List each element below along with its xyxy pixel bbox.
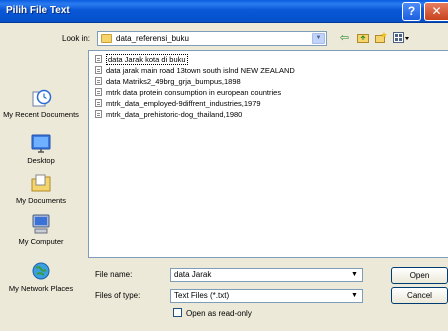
file-type-select[interactable]: Text Files (*.txt) ▼: [170, 289, 363, 303]
place-network-places[interactable]: My Network Places: [0, 260, 82, 293]
network-places-icon: [32, 262, 50, 280]
file-list[interactable]: data Jarak kota di buku data jarak main …: [88, 50, 448, 258]
read-only-checkbox[interactable]: [173, 308, 182, 317]
look-in-label: Look in:: [62, 34, 91, 43]
list-item[interactable]: data Jarak kota di buku: [95, 54, 188, 65]
list-item[interactable]: mtrk data protein consumption in europea…: [95, 88, 281, 98]
view-menu-icon[interactable]: [392, 32, 410, 45]
place-my-documents[interactable]: My Documents: [0, 172, 82, 205]
text-file-icon: [95, 66, 102, 74]
text-file-icon: [95, 99, 102, 107]
file-name-input[interactable]: data Jarak ▼: [170, 268, 363, 282]
help-button[interactable]: ?: [402, 2, 421, 21]
chevron-down-icon[interactable]: ▼: [348, 270, 361, 281]
file-name-label: File name:: [95, 270, 133, 279]
place-my-computer[interactable]: My Computer: [0, 213, 82, 246]
my-computer-icon: [32, 214, 50, 234]
new-folder-icon[interactable]: [374, 32, 387, 45]
file-type-value: Text Files (*.txt): [174, 291, 230, 300]
window-title: Pilih File Text: [6, 5, 70, 16]
text-file-icon: [95, 77, 102, 85]
title-bar: Pilih File Text ? ✕: [0, 0, 448, 23]
close-button[interactable]: ✕: [424, 2, 448, 21]
place-label: My Network Places: [8, 284, 74, 293]
open-button[interactable]: Open: [391, 267, 448, 284]
text-file-icon: [95, 88, 102, 96]
file-name-value: data Jarak: [174, 270, 212, 279]
desktop-icon: [31, 134, 51, 153]
place-label: My Documents: [15, 196, 66, 205]
up-folder-icon[interactable]: [356, 32, 369, 45]
list-item[interactable]: mtrk_data_prehistoric-dog_thailand,1980: [95, 110, 242, 120]
cancel-button[interactable]: Cancel: [391, 287, 448, 304]
look-in-dropdown[interactable]: data_referensi_buku ▼: [97, 31, 327, 46]
recent-documents-icon: [32, 89, 52, 107]
chevron-down-icon[interactable]: ▼: [312, 33, 325, 44]
look-in-value: data_referensi_buku: [116, 34, 189, 43]
chevron-down-icon[interactable]: ▼: [348, 291, 361, 302]
back-arrow-icon[interactable]: ⇦: [338, 32, 351, 45]
read-only-label: Open as read-only: [186, 309, 252, 318]
list-item[interactable]: data Matriks2_49brg_grja_bumpus,1898: [95, 77, 241, 87]
my-documents-icon: [31, 174, 51, 192]
text-file-icon: [95, 110, 102, 118]
place-desktop[interactable]: Desktop: [0, 132, 82, 165]
places-bar: My Recent Documents Desktop My Documents…: [0, 50, 84, 326]
text-file-icon: [95, 55, 102, 63]
folder-icon: [101, 34, 112, 43]
place-label: My Recent Documents: [3, 110, 79, 119]
place-label: Desktop: [27, 156, 55, 165]
place-recent-documents[interactable]: My Recent Documents: [0, 86, 82, 119]
list-item[interactable]: data jarak main road 13town south islnd …: [95, 66, 295, 76]
file-type-label: Files of type:: [95, 291, 141, 300]
list-item[interactable]: mtrk_data_employed-9diffrent_industries,…: [95, 99, 261, 109]
place-label: My Computer: [18, 237, 64, 246]
